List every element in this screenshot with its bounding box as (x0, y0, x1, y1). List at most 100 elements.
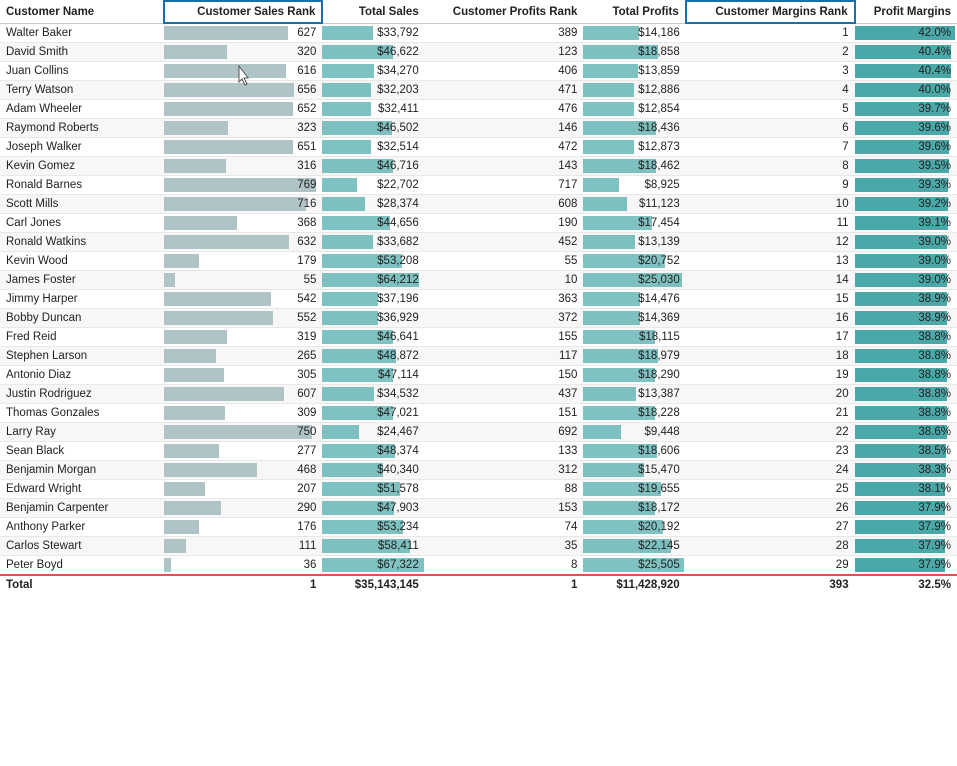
cell-total-sales: $67,322 (322, 556, 424, 576)
cell-total-profits: $9,448 (583, 423, 685, 442)
cell-sales-rank: 207 (164, 480, 323, 499)
cell-profits-rank: 143 (425, 157, 584, 176)
cell-sales-rank: 176 (164, 518, 323, 537)
cell-profits-rank: 133 (425, 442, 584, 461)
col-header-sales-rank[interactable]: Customer Sales Rank (164, 1, 323, 23)
cell-customer-name: Bobby Duncan (0, 309, 164, 328)
cell-profits-rank: 190 (425, 214, 584, 233)
table-row[interactable]: Carlos Stewart111$58,41135$22,1452837.9% (0, 537, 957, 556)
table-row[interactable]: David Smith320$46,622123$18,858240.4% (0, 43, 957, 62)
cell-margins-rank: 17 (686, 328, 855, 347)
cell-profits-rank: 472 (425, 138, 584, 157)
cell-total-profits: $18,228 (583, 404, 685, 423)
total-profit-margins: 32.5% (855, 575, 957, 594)
table-row[interactable]: Edward Wright207$51,57888$19,6552538.1% (0, 480, 957, 499)
table-row[interactable]: Kevin Gomez316$46,716143$18,462839.5% (0, 157, 957, 176)
table-row[interactable]: Thomas Gonzales309$47,021151$18,2282138.… (0, 404, 957, 423)
col-header-total-profits[interactable]: Total Profits (583, 1, 685, 23)
cell-customer-name: Carl Jones (0, 214, 164, 233)
table-row[interactable]: Kevin Wood179$53,20855$20,7521339.0% (0, 252, 957, 271)
table-row[interactable]: Juan Collins616$34,270406$13,859340.4% (0, 62, 957, 81)
cell-total-profits: $14,369 (583, 309, 685, 328)
cell-total-profits: $18,290 (583, 366, 685, 385)
table-row[interactable]: Ronald Watkins632$33,682452$13,1391239.0… (0, 233, 957, 252)
cell-margins-rank: 12 (686, 233, 855, 252)
cell-profits-rank: 692 (425, 423, 584, 442)
cell-total-profits: $17,454 (583, 214, 685, 233)
table-row[interactable]: Bobby Duncan552$36,929372$14,3691638.9% (0, 309, 957, 328)
cell-customer-name: Antonio Diaz (0, 366, 164, 385)
cell-sales-rank: 468 (164, 461, 323, 480)
cell-total-sales: $32,203 (322, 81, 424, 100)
cell-profit-margins: 38.9% (855, 309, 957, 328)
cell-customer-name: Thomas Gonzales (0, 404, 164, 423)
cell-total-profits: $18,436 (583, 119, 685, 138)
cell-total-sales: $22,702 (322, 176, 424, 195)
cell-total-profits: $15,470 (583, 461, 685, 480)
cell-margins-rank: 18 (686, 347, 855, 366)
cell-sales-rank: 552 (164, 309, 323, 328)
table-row[interactable]: Peter Boyd36$67,3228$25,5052937.9% (0, 556, 957, 576)
cell-sales-rank: 316 (164, 157, 323, 176)
cell-profits-rank: 437 (425, 385, 584, 404)
table-row[interactable]: Jimmy Harper542$37,196363$14,4761538.9% (0, 290, 957, 309)
cell-customer-name: Peter Boyd (0, 556, 164, 576)
cell-customer-name: Carlos Stewart (0, 537, 164, 556)
table-row[interactable]: Sean Black277$48,374133$18,6062338.5% (0, 442, 957, 461)
cell-profits-rank: 151 (425, 404, 584, 423)
cell-profit-margins: 39.0% (855, 271, 957, 290)
cell-sales-rank: 277 (164, 442, 323, 461)
table-row[interactable]: Justin Rodriguez607$34,532437$13,3872038… (0, 385, 957, 404)
table-row[interactable]: Terry Watson656$32,203471$12,886440.0% (0, 81, 957, 100)
table-row[interactable]: Raymond Roberts323$46,502146$18,436639.6… (0, 119, 957, 138)
cell-total-profits: $12,854 (583, 100, 685, 119)
table-row[interactable]: Fred Reid319$46,641155$18,1151738.8% (0, 328, 957, 347)
cell-sales-rank: 309 (164, 404, 323, 423)
col-header-margins-rank[interactable]: Customer Margins Rank (686, 1, 855, 23)
cell-profits-rank: 608 (425, 195, 584, 214)
cell-sales-rank: 320 (164, 43, 323, 62)
cell-customer-name: Ronald Barnes (0, 176, 164, 195)
cell-profit-margins: 40.4% (855, 62, 957, 81)
table-row[interactable]: Larry Ray750$24,467692$9,4482238.6% (0, 423, 957, 442)
table-row[interactable]: Walter Baker627$33,792389$14,186142.0% (0, 23, 957, 43)
cell-total-sales: $44,656 (322, 214, 424, 233)
cell-customer-name: David Smith (0, 43, 164, 62)
cell-margins-rank: 29 (686, 556, 855, 576)
col-header-customer-name[interactable]: Customer Name (0, 1, 164, 23)
table-row[interactable]: James Foster55$64,21210$25,0301439.0% (0, 271, 957, 290)
total-label: Total (0, 575, 164, 594)
cell-customer-name: Raymond Roberts (0, 119, 164, 138)
col-header-total-sales[interactable]: Total Sales (322, 1, 424, 23)
cell-customer-name: Edward Wright (0, 480, 164, 499)
cell-sales-rank: 656 (164, 81, 323, 100)
table-row[interactable]: Adam Wheeler652$32,411476$12,854539.7% (0, 100, 957, 119)
table-row[interactable]: Stephen Larson265$48,872117$18,9791838.8… (0, 347, 957, 366)
cell-profit-margins: 39.3% (855, 176, 957, 195)
cell-profits-rank: 153 (425, 499, 584, 518)
total-total-profits: $11,428,920 (583, 575, 685, 594)
cell-profit-margins: 37.9% (855, 556, 957, 576)
cell-profit-margins: 37.9% (855, 499, 957, 518)
table-row[interactable]: Benjamin Carpenter290$47,903153$18,17226… (0, 499, 957, 518)
cell-total-sales: $33,682 (322, 233, 424, 252)
col-header-profit-margins[interactable]: Profit Margins (855, 1, 957, 23)
cell-total-profits: $25,030 (583, 271, 685, 290)
table-row[interactable]: Scott Mills716$28,374608$11,1231039.2% (0, 195, 957, 214)
cell-profit-margins: 38.3% (855, 461, 957, 480)
cell-profit-margins: 42.0% (855, 23, 957, 43)
table-row[interactable]: Antonio Diaz305$47,114150$18,2901938.8% (0, 366, 957, 385)
cell-profits-rank: 117 (425, 347, 584, 366)
table-row[interactable]: Anthony Parker176$53,23474$20,1922737.9% (0, 518, 957, 537)
cell-profit-margins: 38.6% (855, 423, 957, 442)
table-row[interactable]: Carl Jones368$44,656190$17,4541139.1% (0, 214, 957, 233)
table-row[interactable]: Ronald Barnes769$22,702717$8,925939.3% (0, 176, 957, 195)
cell-profits-rank: 363 (425, 290, 584, 309)
cell-margins-rank: 9 (686, 176, 855, 195)
table-row[interactable]: Benjamin Morgan468$40,340312$15,4702438.… (0, 461, 957, 480)
table-row[interactable]: Joseph Walker651$32,514472$12,873739.6% (0, 138, 957, 157)
col-header-profits-rank[interactable]: Customer Profits Rank (425, 1, 584, 23)
cell-margins-rank: 28 (686, 537, 855, 556)
cell-total-profits: $18,606 (583, 442, 685, 461)
cell-profit-margins: 39.6% (855, 138, 957, 157)
